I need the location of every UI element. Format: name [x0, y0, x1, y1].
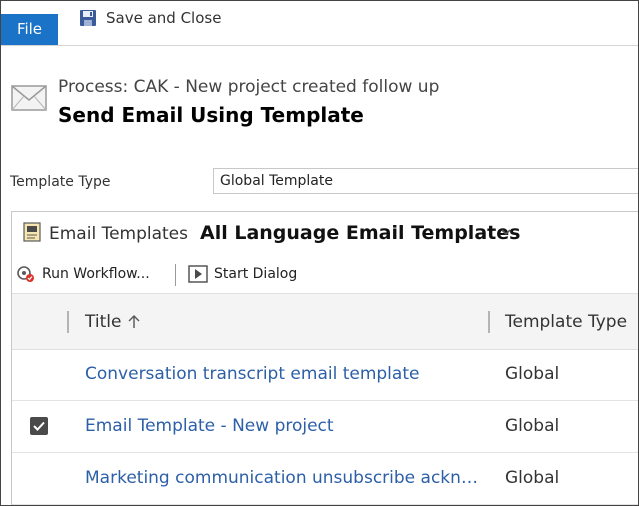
template-type-cell: Global [505, 416, 560, 436]
table-row[interactable]: Conversation transcript email template G… [12, 349, 638, 401]
email-templates-grid: Email Templates All Language Email Templ… [11, 211, 638, 505]
run-workflow-button[interactable]: Run Workflow... [16, 260, 150, 288]
table-row[interactable]: Marketing communication unsubscribe ackn… [12, 453, 638, 505]
view-name-selector[interactable]: All Language Email Templates [200, 222, 520, 244]
email-template-icon [23, 222, 41, 242]
sort-ascending-icon [128, 315, 140, 328]
grid-column-header: Title Template Type [12, 293, 638, 350]
template-title-link[interactable]: Marketing communication unsubscribe ackn… [85, 468, 481, 488]
window: File Save and Close Process: CAK - New p… [0, 0, 639, 506]
start-dialog-label: Start Dialog [214, 266, 298, 282]
save-and-close-button[interactable]: Save and Close [79, 7, 221, 29]
email-icon [11, 85, 47, 111]
title-column-header[interactable]: Title [85, 312, 141, 332]
file-tab[interactable]: File [1, 14, 58, 45]
checkmark-icon [33, 421, 45, 431]
entity-label: Email Templates [49, 224, 188, 244]
row-checkbox[interactable] [30, 417, 48, 435]
ribbon: File Save and Close [1, 1, 638, 46]
save-icon [80, 10, 96, 26]
play-icon [188, 265, 208, 283]
page-title: Send Email Using Template [58, 103, 364, 127]
command-separator [175, 264, 176, 286]
template-type-column-header[interactable]: Template Type [505, 312, 627, 332]
template-type-field[interactable]: Global Template [213, 168, 638, 194]
column-resize-handle[interactable] [488, 311, 490, 333]
template-type-cell: Global [505, 468, 560, 488]
command-bar: Run Workflow... Start Dialog [12, 260, 638, 290]
chevron-down-icon[interactable] [500, 227, 512, 237]
workflow-icon [17, 266, 34, 282]
template-title-link[interactable]: Conversation transcript email template [85, 364, 419, 384]
template-title-link[interactable]: Email Template - New project [85, 416, 334, 436]
title-column-label: Title [85, 312, 122, 332]
column-resize-handle[interactable] [67, 311, 69, 333]
template-type-cell: Global [505, 364, 560, 384]
table-row[interactable]: Email Template - New project Global [12, 401, 638, 453]
run-workflow-label: Run Workflow... [42, 266, 150, 282]
start-dialog-button[interactable]: Start Dialog [188, 260, 297, 288]
view-selector-row: Email Templates All Language Email Templ… [12, 212, 638, 252]
process-label: Process: CAK - New project created follo… [58, 77, 440, 97]
template-type-label: Template Type [10, 174, 111, 190]
save-and-close-label: Save and Close [106, 9, 222, 27]
